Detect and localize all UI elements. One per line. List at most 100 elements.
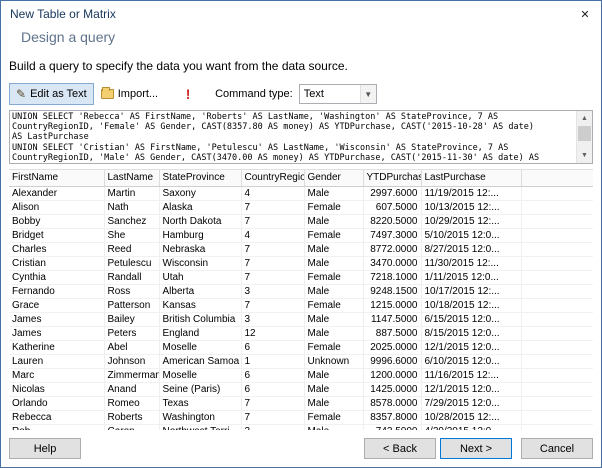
table-cell[interactable]: 6/15/2015 12:0... [421,312,522,327]
table-cell[interactable]: 10/17/2015 12:... [421,284,522,299]
table-row[interactable]: Cynthia Randall Utah 7 Female 7218.1000 1/11/2… [9,270,593,285]
column-header-ytdpurchase[interactable]: YTDPurchase [363,170,422,187]
table-cell[interactable]: 7 [241,242,305,257]
table-cell[interactable]: 8772.0000 [363,242,422,257]
table-cell[interactable]: Male [304,326,364,341]
table-cell[interactable]: Moselle [159,368,242,383]
table-cell[interactable]: Cristian [9,256,105,271]
close-button[interactable]: ✕ [569,1,601,27]
back-button[interactable]: < Back [364,438,436,459]
table-cell[interactable]: James [9,312,105,327]
run-query-button[interactable]: ! [179,84,197,104]
table-cell[interactable]: 6/10/2015 12:0... [421,354,522,369]
table-cell[interactable]: Kansas [159,298,242,313]
column-header-lastpurchase[interactable]: LastPurchase [421,170,522,187]
table-cell[interactable]: 11/30/2015 12:... [421,256,522,271]
table-cell[interactable]: Rebecca [9,410,105,425]
table-row[interactable]: Alexander Martin Saxony 4 Male 2997.6000 11/19… [9,186,593,201]
table-cell[interactable]: 7 [241,214,305,229]
table-cell[interactable]: Marc [9,368,105,383]
table-row[interactable]: Grace Patterson Kansas 7 Female 1215.0000 10/1… [9,298,593,313]
table-cell[interactable]: Nebraska [159,242,242,257]
table-cell[interactable]: She [104,228,160,243]
table-cell[interactable]: 10/28/2015 12:... [421,410,522,425]
table-cell[interactable]: Nath [104,200,160,215]
table-cell[interactable]: England [159,326,242,341]
table-row[interactable]: James Bailey British Columbia 3 Male 1147.500… [9,312,593,327]
table-cell[interactable]: Lauren [9,354,105,369]
table-row[interactable]: Lauren Johnson American Samoa 1 Unknown 9996.… [9,354,593,369]
table-cell[interactable]: 12/1/2015 12:0... [421,340,522,355]
table-cell[interactable]: Moselle [159,340,242,355]
table-cell[interactable]: Unknown [304,354,364,369]
table-cell[interactable]: Male [304,368,364,383]
table-cell[interactable]: James [9,326,105,341]
table-cell[interactable]: 7497.3000 [363,228,422,243]
table-cell[interactable]: Alaska [159,200,242,215]
table-cell[interactable]: 5/10/2015 12:0... [421,228,522,243]
table-cell[interactable]: 887.5000 [363,326,422,341]
table-cell[interactable]: 9248.1500 [363,284,422,299]
table-cell[interactable]: Female [304,200,364,215]
column-header-firstname[interactable]: FirstName [9,170,105,187]
column-header-stateprovince[interactable]: StateProvince [159,170,242,187]
table-cell[interactable]: 1 [241,354,305,369]
table-cell[interactable]: Male [304,186,364,201]
scrollbar-thumb[interactable] [578,126,591,141]
table-row[interactable]: Rebecca Roberts Washington 7 Female 8357.8000… [9,410,593,425]
table-cell[interactable]: 7 [241,256,305,271]
table-cell[interactable]: Petulescu [104,256,160,271]
table-cell[interactable]: Male [304,284,364,299]
table-cell[interactable]: Bridget [9,228,105,243]
cancel-button[interactable]: Cancel [521,438,593,459]
help-button[interactable]: Help [9,438,81,459]
table-cell[interactable]: Texas [159,396,242,411]
table-row[interactable]: Charles Reed Nebraska 7 Male 8772.0000 8/27/20… [9,242,593,257]
table-cell[interactable]: 3470.0000 [363,256,422,271]
table-row[interactable]: Fernando Ross Alberta 3 Male 9248.1500 10/17/2… [9,284,593,299]
table-cell[interactable]: 8220.5000 [363,214,422,229]
table-cell[interactable]: Peters [104,326,160,341]
table-cell[interactable]: 6 [241,368,305,383]
table-cell[interactable]: Utah [159,270,242,285]
table-cell[interactable]: Female [304,270,364,285]
table-cell[interactable]: 11/19/2015 12:... [421,186,522,201]
table-cell[interactable]: 7/29/2015 12:0... [421,396,522,411]
scroll-down-icon[interactable]: ▼ [577,148,592,163]
next-button[interactable]: Next > [440,438,512,459]
table-cell[interactable]: Martin [104,186,160,201]
table-cell[interactable]: Male [304,312,364,327]
table-cell[interactable]: 12 [241,326,305,341]
table-cell[interactable]: Female [304,410,364,425]
table-cell[interactable]: Alexander [9,186,105,201]
table-cell[interactable]: Cynthia [9,270,105,285]
table-cell[interactable]: Orlando [9,396,105,411]
table-cell[interactable]: 3 [241,312,305,327]
column-header-lastname[interactable]: LastName [104,170,160,187]
table-cell[interactable]: 1425.0000 [363,382,422,397]
table-cell[interactable]: 8/15/2015 12:0... [421,326,522,341]
table-cell[interactable]: 7 [241,396,305,411]
table-row[interactable]: Nicolas Anand Seine (Paris) 6 Male 1425.0000 1… [9,382,593,397]
table-cell[interactable]: Female [304,340,364,355]
table-cell[interactable]: Alison [9,200,105,215]
table-cell[interactable]: Zimmerman [104,368,160,383]
table-cell[interactable]: British Columbia [159,312,242,327]
table-cell[interactable]: Randall [104,270,160,285]
table-cell[interactable]: 4 [241,228,305,243]
table-cell[interactable]: Male [304,256,364,271]
table-cell[interactable]: 6 [241,340,305,355]
table-cell[interactable]: Grace [9,298,105,313]
table-row[interactable]: Katherine Abel Moselle 6 Female 2025.0000 12/1… [9,340,593,355]
table-cell[interactable]: Hamburg [159,228,242,243]
table-cell[interactable]: Male [304,242,364,257]
table-cell[interactable]: 3 [241,284,305,299]
table-cell[interactable]: 8/27/2015 12:0... [421,242,522,257]
table-cell[interactable]: 11/16/2015 12:... [421,368,522,383]
table-row[interactable]: Orlando Romeo Texas 7 Male 8578.0000 7/29/2015… [9,396,593,411]
table-cell[interactable]: 7 [241,200,305,215]
table-cell[interactable]: 1147.5000 [363,312,422,327]
table-cell[interactable]: 7 [241,270,305,285]
table-cell[interactable]: Washington [159,410,242,425]
table-cell[interactable]: 7 [241,298,305,313]
